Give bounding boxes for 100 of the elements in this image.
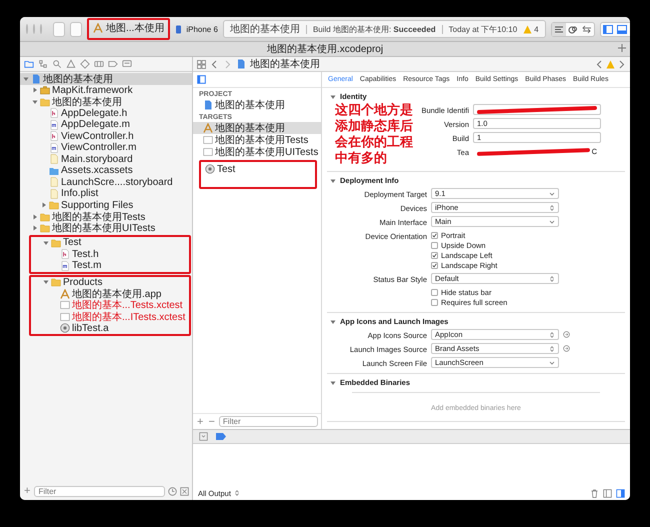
navigator-item[interactable]: Main.storyboard [20, 154, 192, 165]
right-panel-icon[interactable] [616, 488, 625, 498]
arrows-icon[interactable] [580, 22, 594, 36]
diamond-icon[interactable] [80, 59, 90, 69]
chevron-down-icon [549, 218, 555, 224]
left-panel-icon[interactable] [600, 22, 615, 36]
gauge-icon[interactable] [94, 59, 104, 69]
document-icon [49, 154, 59, 164]
target-item[interactable]: 地图的基本使用Tests [193, 134, 321, 146]
folder-icon [51, 238, 61, 248]
disclosure-triangle-icon[interactable] [43, 240, 49, 246]
speech-bubble-icon[interactable] [122, 59, 132, 69]
navigator-item[interactable]: 地图的基本...ITests.xctest [31, 311, 189, 322]
disclosure-triangle-icon[interactable] [41, 202, 47, 208]
arrow-circle-icon[interactable] [563, 331, 570, 338]
checkbox[interactable] [431, 299, 438, 306]
navigator-item[interactable]: Products [31, 276, 189, 288]
disclosure-triangle-icon[interactable] [32, 225, 38, 232]
build-time: Today at 下午10:10 [448, 24, 518, 34]
target-item[interactable]: 地图的基本使用 [193, 122, 321, 134]
stepper-arrows-icon [234, 490, 240, 496]
navigator-item[interactable]: Test.h [31, 248, 189, 260]
blank-file-icon [60, 312, 70, 322]
lines-icon[interactable] [552, 22, 566, 36]
document-icon [49, 142, 59, 153]
navigator-item[interactable]: AppDelegate.m [20, 119, 192, 130]
warning-icon[interactable] [66, 59, 76, 69]
navigator-item[interactable]: MapKit.framework [20, 84, 192, 96]
navigator-item[interactable]: 地图的基本使用Tests [20, 211, 192, 222]
trash-icon[interactable] [590, 488, 599, 498]
document-icon [49, 188, 59, 199]
checkbox[interactable] [431, 289, 438, 296]
document-icon [31, 74, 41, 84]
device-selector[interactable]: iPhone 6 [174, 24, 218, 34]
plus-icon[interactable] [617, 43, 627, 53]
grid-icon[interactable] [197, 60, 206, 68]
disclosure-triangle-icon[interactable] [330, 94, 336, 100]
chevron-down-icon [549, 190, 555, 196]
list-button[interactable]: − [207, 416, 216, 428]
navigator-item[interactable]: Supporting Files [20, 200, 192, 211]
checkbox[interactable] [431, 262, 438, 269]
bottom-panel-icon[interactable] [614, 22, 629, 36]
disclosure-triangle-icon[interactable] [43, 279, 49, 286]
left-panel-icon[interactable] [603, 488, 612, 498]
document-icon [60, 260, 70, 271]
document-icon [236, 59, 246, 69]
search-icon[interactable] [52, 59, 62, 69]
folder-icon [40, 96, 50, 107]
hierarchy-icon[interactable] [38, 59, 48, 69]
navigator-item[interactable]: 地图的基本使用 [20, 96, 192, 108]
disclosure-triangle-icon[interactable] [32, 98, 38, 105]
navigator-item[interactable]: Test [31, 237, 189, 248]
navigator-item[interactable]: ViewController.h [20, 130, 192, 142]
hide-panel-icon[interactable] [199, 432, 208, 441]
disclosure-triangle-icon[interactable] [23, 76, 29, 82]
navigator-item[interactable]: 地图的基本使用.app [31, 288, 189, 300]
navigator-item[interactable]: Info.plist [20, 188, 192, 200]
breakpoint-tag-icon[interactable] [216, 433, 226, 440]
text-field[interactable] [473, 104, 601, 115]
disclosure-triangle-icon[interactable] [330, 318, 336, 324]
navigator-item[interactable]: 地图的基本使用 [20, 73, 192, 84]
navigator-item[interactable]: ViewController.m [20, 142, 192, 154]
breadcrumb[interactable]: 地图的基本使用 [250, 57, 320, 71]
tag-icon[interactable] [108, 59, 118, 69]
target-item[interactable]: 地图的基本使用UITests [193, 146, 321, 158]
document-icon [49, 177, 59, 188]
chevron-down-icon [549, 360, 555, 366]
document-icon [49, 108, 59, 118]
project-item[interactable]: 地图的基本使用 [193, 99, 321, 111]
warning-count[interactable]: 4 [534, 24, 539, 34]
list-button[interactable]: + [196, 416, 204, 428]
navigator-item[interactable]: Test.m [31, 260, 189, 272]
sidebar-toggle-icon[interactable] [197, 75, 206, 84]
filter-field[interactable]: Filter [218, 416, 318, 427]
navigator-item[interactable]: LaunchScre....storyboard [20, 176, 192, 188]
navigator-item[interactable]: 地图的基本使用UITests [20, 222, 192, 234]
disclosure-triangle-icon[interactable] [32, 87, 38, 94]
annotation-note: 这四个地方是添加静态库后会在你的工程中有多的 [335, 102, 413, 166]
disc-icon [205, 164, 215, 174]
navigator-item[interactable]: AppDelegate.h [20, 108, 192, 119]
document-icon [60, 249, 70, 260]
folder-icon [49, 200, 59, 210]
clock-icon[interactable] [168, 486, 177, 496]
scheme-selector[interactable]: 地图...本使用 [91, 21, 166, 35]
disclosure-triangle-icon[interactable] [330, 380, 336, 386]
arrow-circle-icon[interactable] [563, 345, 570, 352]
checkbox[interactable] [431, 242, 438, 249]
filter-field[interactable]: Filter [34, 486, 165, 496]
navigator-item[interactable]: 地图的基本...Tests.xctest [31, 300, 189, 311]
checkbox[interactable] [431, 252, 438, 259]
folder-icon[interactable] [24, 59, 34, 69]
disclosure-triangle-icon[interactable] [32, 214, 38, 220]
tab-title[interactable]: 地图的基本使用.xcodeproj [266, 42, 384, 56]
stepper-arrows-icon [549, 204, 555, 210]
navigator-item[interactable]: libTest.a [31, 322, 189, 334]
disclosure-triangle-icon[interactable] [330, 178, 336, 184]
square-icon[interactable] [180, 486, 189, 496]
checkbox[interactable] [431, 232, 438, 239]
navigator-item[interactable]: Assets.xcassets [20, 165, 192, 176]
target-item[interactable]: Test [201, 163, 315, 175]
